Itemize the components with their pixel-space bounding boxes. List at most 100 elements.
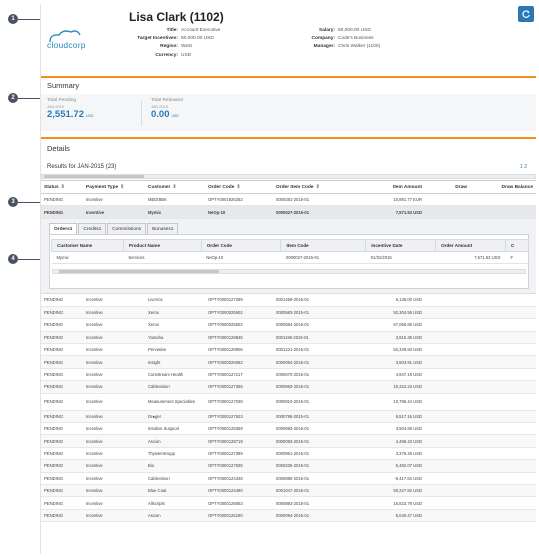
refresh-button[interactable]: [518, 6, 534, 22]
table-row[interactable]: PENDING Incentive Pervasive OPTY0000128906 0…: [41, 343, 536, 357]
cell-payment-type: Incentive: [83, 434, 145, 448]
cell-order-item-code: 0000670-2015-01: [273, 368, 353, 382]
cell-order-item-code: 0000583-2015-01: [273, 306, 353, 320]
field-value: West: [181, 44, 192, 50]
cell-customer: Measurement Specialties: [145, 393, 205, 411]
column-header-order-code[interactable]: Order Code: [200, 239, 282, 252]
cell-customer: LiveVox: [145, 294, 205, 307]
field-label: Company:: [311, 36, 335, 42]
cell-item-amount: 16,823.79 USD: [353, 496, 425, 510]
cell-order-item-code: 0000693-2015-01: [273, 422, 353, 436]
column-header-product-name[interactable]: Product Name: [122, 239, 202, 252]
cell-payment-type: Incentive: [83, 472, 145, 485]
cell-item-amount: 3,915.36 USD: [353, 331, 425, 345]
table-row[interactable]: PENDING Incentive Dr●ger OPTY0000127923 0000…: [41, 410, 536, 424]
top-horizontal-scrollbar[interactable]: [41, 174, 536, 179]
cell-draw: [425, 434, 470, 448]
column-header-status[interactable]: Status ⇕: [41, 180, 83, 194]
table-row[interactable]: PENDING Incentive Xerox OPTY0000025502 00005…: [41, 318, 536, 332]
summary-panel: Total Pending JAN-2015 2,551.72 USD Total…: [41, 94, 536, 131]
table-row[interactable]: PENDING Incentive Mymix NeOp-10 0000027-2015…: [41, 205, 536, 219]
column-header-order-code[interactable]: Order Code ⇕: [205, 180, 273, 194]
cell-order-item-code: 0000796-2015-01: [273, 410, 353, 424]
table-row[interactable]: PENDING Incentive Insight OPTY0000026062 000…: [41, 355, 536, 369]
sort-icon[interactable]: ⇕: [120, 185, 124, 190]
cell-customer: Curestream Health: [145, 368, 205, 382]
column-header-item-code[interactable]: Item Code: [280, 239, 367, 252]
table-row[interactable]: PENDING Incentive Ascion OPTY0000128719 0000…: [41, 434, 536, 448]
column-header-incentive-date[interactable]: Incentive Date: [365, 239, 437, 252]
table-row[interactable]: PENDING Incentive Ascion OPTY0000125190 0000…: [41, 509, 536, 523]
cell-status: PENDING: [41, 496, 83, 510]
table-row[interactable]: PENDING Incentive MEDIBBK OPTY0001926262 000…: [41, 193, 536, 207]
table-row[interactable]: PENDING Incentive Measurement Specialties O…: [41, 393, 536, 411]
cell-order-item-code: 0000027-2015-01: [273, 205, 353, 219]
column-header-customer-name[interactable]: Customer Name: [51, 239, 124, 252]
column-header-payment-type[interactable]: Payment Type ⇕: [83, 180, 145, 194]
cell-payment-type: Incentive: [83, 393, 145, 411]
column-header-item-amount[interactable]: Item Amount: [353, 180, 425, 194]
cell-order-code: OPTY0000127389: [205, 447, 273, 461]
cell-payment-type: Incentive: [83, 193, 145, 207]
cell-status: PENDING: [41, 380, 83, 394]
cell-draw: [425, 410, 470, 424]
sort-icon[interactable]: ⇕: [316, 185, 320, 190]
column-header-order-amount[interactable]: Order Amount: [435, 239, 506, 252]
table-row[interactable]: PENDING Incentive ThyssenKrupp OPTY00001273…: [41, 447, 536, 461]
cell-draw-balance: [470, 380, 536, 394]
cell-order-code: OPTY0000025502: [205, 318, 273, 332]
table-row[interactable]: PENDING Incentive Allscripts OPTY0000128053…: [41, 496, 536, 510]
incentive-statement: Lisa Clark (1102) cloudcorp Title: Accoun…: [40, 4, 536, 554]
sort-icon[interactable]: ⇕: [61, 185, 65, 190]
table-row[interactable]: PENDING Incentive LiveVox OPTY0000127289 000…: [41, 294, 536, 307]
column-header-customer[interactable]: Customer ⇕: [145, 180, 205, 194]
cell-item-amount: 92,304.59 USD: [353, 306, 425, 320]
cell-order-item-code: 0001231-2015-01: [273, 343, 353, 357]
table-row[interactable]: PENDING Incentive Cablevision OPTY000012434…: [41, 472, 536, 485]
cell-order-code: NeOp-10: [205, 205, 273, 219]
cell-item-amount: 67,066.85 USD: [353, 318, 425, 332]
scrollbar-thumb[interactable]: [59, 270, 219, 273]
callout-3-line: [18, 202, 40, 203]
cell-draw-balance: [470, 422, 536, 436]
table-row[interactable]: PENDING Incentive Yamaha OPTY0000128845 0001…: [41, 331, 536, 345]
cell-draw: [425, 368, 470, 382]
cell-order-code: OPTY0000128359: [205, 422, 273, 436]
refresh-icon: [522, 10, 530, 18]
total-released-currency: USD: [171, 114, 179, 118]
column-header-order-item-code[interactable]: Order Item Code ⇕: [273, 180, 353, 194]
scrollbar-thumb[interactable]: [44, 175, 144, 178]
pagination[interactable]: 1 2: [520, 164, 527, 170]
cell-payment-type: Incentive: [83, 355, 145, 369]
column-header-draw[interactable]: Draw: [425, 180, 470, 194]
cell-item-amount: 5,040.47 USD: [353, 509, 425, 523]
cell-order-code: OPTY0000026062: [205, 355, 273, 369]
column-header-truncated[interactable]: C: [505, 239, 529, 252]
cell-status: PENDING: [41, 193, 83, 207]
sort-icon[interactable]: ⇕: [236, 185, 240, 190]
table-row[interactable]: PENDING Incentive Intuitive Surgical OPTY00…: [41, 422, 536, 436]
cell-order-code: OPTY0000128719: [205, 434, 273, 448]
orders-subtable: Customer Name Product Name Order Code It…: [51, 239, 529, 264]
table-row[interactable]: PENDING Incentive Bio OPTY0000127835 0000235…: [41, 459, 536, 473]
cell-order-code: OPTY0000124346: [205, 472, 273, 485]
cell-item-amount: 4,496.43 USD: [353, 434, 425, 448]
cell-customer: Ascion: [145, 509, 205, 523]
sort-icon[interactable]: ⇕: [172, 185, 176, 190]
cell-payment-type: Incentive: [83, 343, 145, 357]
cell-customer: Xerox: [145, 306, 205, 320]
table-row[interactable]: Mymix Services NeOp-10 0000027-2015-01 0…: [51, 251, 529, 264]
cell-draw-balance: [470, 205, 536, 219]
field-target-incentives: Target Incentives: 60,000.00 USD: [111, 35, 220, 43]
column-header-draw-balance[interactable]: Draw Balance: [470, 180, 536, 194]
cell-item-code: 0000027-2015-01: [280, 251, 366, 264]
table-row[interactable]: PENDING Incentive Cablevision OPTY000012735…: [41, 380, 536, 394]
table-row[interactable]: PENDING Incentive Curestream Health OPTY000…: [41, 368, 536, 382]
subtable-horizontal-scrollbar[interactable]: [52, 269, 526, 274]
cell-order-code: OPTY0000127289: [205, 294, 273, 307]
cell-item-amount: 3,503.91 USD: [353, 355, 425, 369]
cell-draw: [425, 193, 470, 207]
table-row[interactable]: PENDING Incentive Xerox OPTY0000025502 00005…: [41, 306, 536, 320]
cell-draw-balance: [470, 496, 536, 510]
table-row[interactable]: PENDING Incentive Blue Coat OPTY0000124490 0…: [41, 484, 536, 498]
